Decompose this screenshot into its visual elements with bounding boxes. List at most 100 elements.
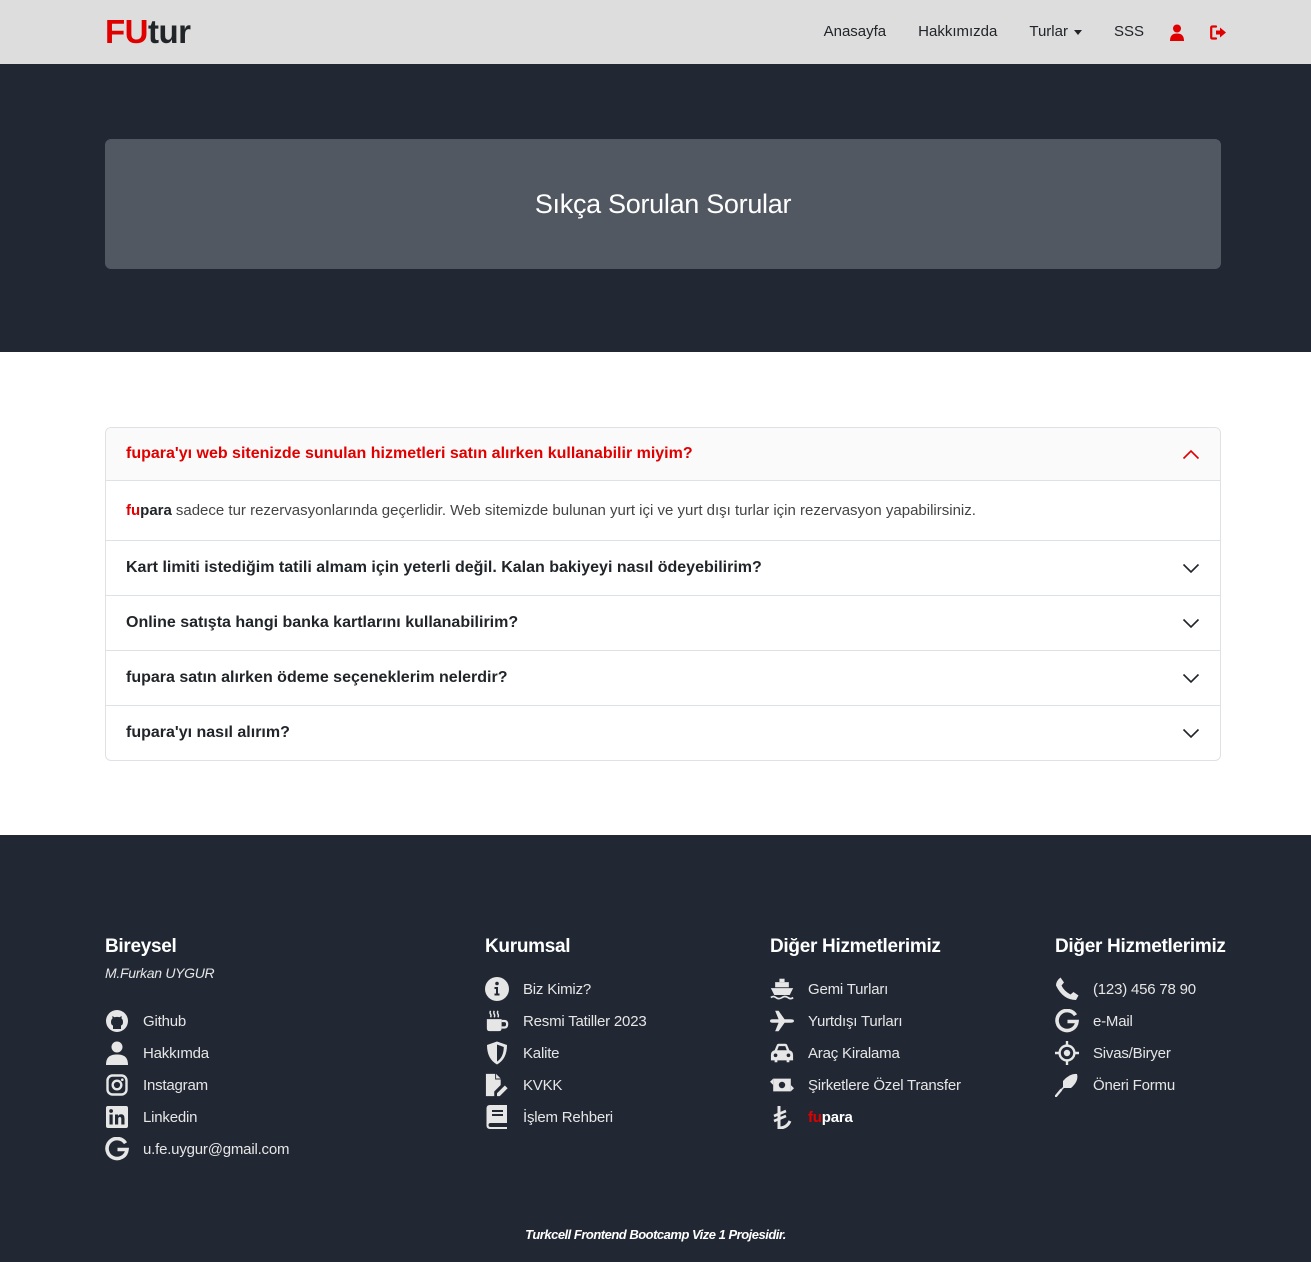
- footer-col-hizmetler: Diğer Hizmetlerimiz Gemi Turları Yurtdış…: [770, 935, 961, 1133]
- footer-col-title: Diğer Hizmetlerimiz: [770, 936, 941, 957]
- user-icon: [105, 1041, 129, 1065]
- footer-col-bireysel: Bireysel M.Furkan UYGUR Github Hakkımda …: [105, 935, 289, 1165]
- sign-out-icon[interactable]: [1210, 24, 1227, 40]
- footer-link-location[interactable]: Sivas/Biryer: [1055, 1037, 1226, 1069]
- footer-link-linkedin[interactable]: Linkedin: [105, 1101, 289, 1133]
- faq-question-text: Online satışta hangi banka kartlarını ku…: [126, 614, 519, 631]
- footer-link-label: (123) 456 78 90: [1093, 980, 1196, 998]
- footer-col-iletisim: Diğer Hizmetlerimiz (123) 456 78 90 e-Ma…: [1055, 935, 1226, 1101]
- faq-item: fupara satın alırken ödeme seçeneklerim …: [106, 650, 1220, 705]
- footer: Bireysel M.Furkan UYGUR Github Hakkımda …: [0, 835, 1311, 1262]
- faq-question-button[interactable]: fupara'yı web sitenizde sunulan hizmetle…: [106, 428, 1220, 481]
- chevron-down-icon: [1182, 563, 1200, 573]
- footer-link-fupara[interactable]: fupara: [770, 1101, 961, 1133]
- linkedin-icon: [105, 1105, 129, 1129]
- footer-link-label: e-Mail: [1093, 1012, 1133, 1030]
- mug-icon: [485, 1009, 509, 1033]
- github-icon: [105, 1009, 129, 1033]
- footer-col-title: Kurumsal: [485, 936, 571, 957]
- footer-link-email[interactable]: e-Mail: [1055, 1005, 1226, 1037]
- footer-link-gemi-turlari[interactable]: Gemi Turları: [770, 973, 961, 1005]
- footer-link-yurtdisi-turlari[interactable]: Yurtdışı Turları: [770, 1005, 961, 1037]
- nav-dropdown-turlar-label: Turlar: [1029, 23, 1068, 40]
- footer-link-label: Gemi Turları: [808, 980, 889, 998]
- footer-link-label: Şirketlere Özel Transfer: [808, 1076, 961, 1094]
- footer-link-biz-kimiz[interactable]: Biz Kimiz?: [485, 973, 646, 1005]
- plane-icon: [770, 1009, 794, 1033]
- car-icon: [770, 1041, 794, 1065]
- file-pen-icon: [485, 1073, 509, 1097]
- faq-question-text: fupara satın alırken ödeme seçeneklerim …: [126, 669, 508, 686]
- footer-links: (123) 456 78 90 e-Mail Sivas/Biryer Öner…: [1055, 973, 1226, 1101]
- footer-col-title: Bireysel: [105, 936, 177, 957]
- faq-question-button[interactable]: Online satışta hangi banka kartlarını ku…: [106, 596, 1220, 650]
- footer-link-sirketlere-ozel-transfer[interactable]: Şirketlere Özel Transfer: [770, 1069, 961, 1101]
- footer-link-kvkk[interactable]: KVKK: [485, 1069, 646, 1101]
- chevron-down-icon: [1182, 728, 1200, 738]
- book-icon: [485, 1105, 509, 1129]
- fupara-brand-para: para: [821, 1108, 853, 1126]
- faq-accordion: fupara'yı web sitenizde sunulan hizmetle…: [105, 427, 1221, 761]
- faq-question-button[interactable]: fupara'yı nasıl alırım?: [106, 706, 1220, 760]
- chevron-down-icon: [1182, 673, 1200, 683]
- footer-link-label: Resmi Tatiller 2023: [523, 1012, 647, 1030]
- main-nav: Anasayfa Hakkımızda Turlar SSS: [824, 20, 1227, 44]
- footer-link-label: Github: [143, 1012, 186, 1030]
- hero-box: Sıkça Sorulan Sorular: [105, 139, 1221, 269]
- footer-link-resmi-tatiller[interactable]: Resmi Tatiller 2023: [485, 1005, 647, 1037]
- brand-logo[interactable]: FUtur: [105, 14, 191, 50]
- fupara-brand-fu: fu: [126, 502, 141, 519]
- footer-link-oneri-formu[interactable]: Öneri Formu: [1055, 1069, 1226, 1101]
- footer-link-label: Kalite: [523, 1044, 560, 1062]
- footer-link-islem-rehberi[interactable]: İşlem Rehberi: [485, 1101, 646, 1133]
- faq-question-text: fupara'yı web sitenizde sunulan hizmetle…: [126, 445, 693, 462]
- caret-down-icon: [1073, 29, 1082, 35]
- instagram-icon: [105, 1073, 129, 1097]
- faq-question-text: Kart limiti istediğim tatili almam için …: [126, 559, 762, 576]
- footer-col-subtitle: M.Furkan UYGUR: [105, 965, 215, 981]
- chevron-up-icon: [1182, 449, 1200, 459]
- location-crosshairs-icon: [1055, 1041, 1079, 1065]
- footer-link-label: Hakkımda: [143, 1044, 209, 1062]
- faq-question-button[interactable]: Kart limiti istediğim tatili almam için …: [106, 541, 1220, 595]
- footer-col-title: Diğer Hizmetlerimiz: [1055, 936, 1226, 957]
- footer-link-arac-kiralama[interactable]: Araç Kiralama: [770, 1037, 961, 1069]
- page-title: Sıkça Sorulan Sorular: [534, 188, 792, 219]
- info-icon: [485, 977, 509, 1001]
- faq-item: fupara'yı nasıl alırım?: [106, 705, 1220, 760]
- money-transfer-icon: [770, 1073, 794, 1097]
- footer-link-kalite[interactable]: Kalite: [485, 1037, 646, 1069]
- footer-link-label: KVKK: [523, 1076, 563, 1094]
- footer-link-hakkimda[interactable]: Hakkımda: [105, 1037, 289, 1069]
- faq-section: fupara'yı web sitenizde sunulan hizmetle…: [0, 352, 1311, 835]
- nav-link-sss[interactable]: SSS: [1114, 20, 1144, 44]
- footer-link-github[interactable]: Github: [105, 1005, 289, 1037]
- phone-icon: [1055, 977, 1079, 1001]
- user-icon[interactable]: [1170, 24, 1184, 41]
- feather-icon: [1055, 1073, 1079, 1097]
- faq-question-text: fupara'yı nasıl alırım?: [126, 724, 290, 741]
- navbar: FUtur Anasayfa Hakkımızda Turlar SSS: [0, 0, 1311, 64]
- footer-link-label: u.fe.uygur@gmail.com: [143, 1140, 290, 1158]
- footer-link-email[interactable]: u.fe.uygur@gmail.com: [105, 1133, 289, 1165]
- footer-link-label: Araç Kiralama: [808, 1044, 900, 1062]
- nav-link-anasayfa[interactable]: Anasayfa: [824, 20, 887, 44]
- faq-item: fupara'yı web sitenizde sunulan hizmetle…: [106, 428, 1220, 540]
- footer-link-label: İşlem Rehberi: [523, 1108, 613, 1126]
- faq-answer-text: sadece tur rezervasyonlarında geçerlidir…: [175, 502, 976, 519]
- brand-logo-tur: tur: [148, 13, 191, 50]
- footer-link-phone[interactable]: (123) 456 78 90: [1055, 973, 1226, 1005]
- chevron-down-icon: [1182, 618, 1200, 628]
- faq-question-button[interactable]: fupara satın alırken ödeme seçeneklerim …: [106, 651, 1220, 705]
- faq-item: Online satışta hangi banka kartlarını ku…: [106, 595, 1220, 650]
- footer-link-label: Öneri Formu: [1093, 1076, 1175, 1094]
- footer-col-kurumsal: Kurumsal Biz Kimiz? Resmi Tatiller 2023 …: [485, 935, 647, 1133]
- footer-link-label: Biz Kimiz?: [523, 980, 592, 998]
- faq-item: Kart limiti istediğim tatili almam için …: [106, 540, 1220, 595]
- footer-links: Github Hakkımda Instagram Linkedin u.fe.…: [105, 1005, 289, 1165]
- nav-link-hakkimizda[interactable]: Hakkımızda: [918, 20, 997, 44]
- footer-links: Biz Kimiz? Resmi Tatiller 2023 Kalite KV…: [485, 973, 647, 1133]
- nav-dropdown-turlar[interactable]: Turlar: [1029, 20, 1082, 44]
- brand-logo-fu: FU: [105, 13, 149, 50]
- footer-link-instagram[interactable]: Instagram: [105, 1069, 289, 1101]
